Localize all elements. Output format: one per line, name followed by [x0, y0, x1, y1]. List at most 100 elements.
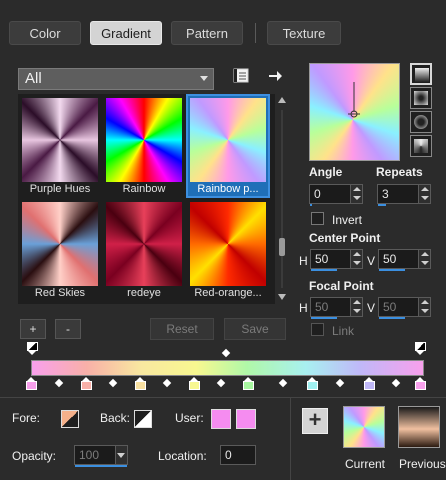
repeats-stepper[interactable]: 3 — [377, 184, 431, 206]
library-icon[interactable] — [231, 66, 251, 86]
gradient-bar[interactable] — [31, 360, 424, 376]
color-stop[interactable] — [81, 377, 92, 390]
center-h-stepper[interactable]: 50 — [310, 249, 363, 271]
color-stop[interactable] — [135, 377, 146, 390]
opacity-slider-fill — [75, 465, 127, 467]
user-label: User: — [175, 411, 204, 425]
remove-gradient-button[interactable]: - — [55, 319, 81, 339]
angle-value: 0 — [314, 187, 321, 201]
tab-gradient[interactable]: Gradient — [90, 21, 162, 45]
focal-h-label: H — [299, 301, 308, 315]
fore-label: Fore: — [12, 411, 41, 425]
style-sunburst-button[interactable] — [410, 111, 432, 133]
opacity-midpoint[interactable] — [221, 348, 231, 358]
tab-texture[interactable]: Texture — [267, 21, 341, 45]
link-checkbox[interactable] — [311, 323, 324, 336]
gallery-item-purple-hues[interactable]: Purple Hues — [20, 96, 100, 196]
scroll-up-icon[interactable] — [278, 97, 286, 103]
category-dropdown[interactable]: All — [18, 68, 214, 90]
color-midpoint[interactable] — [162, 378, 172, 388]
center-point-label: Center Point — [309, 231, 381, 245]
gradient-swatch — [190, 98, 266, 182]
reset-button[interactable]: Reset — [150, 318, 214, 340]
location-field[interactable]: 0 — [220, 445, 256, 465]
center-point-handle[interactable] — [310, 64, 401, 162]
add-gradient-button[interactable]: + — [20, 319, 46, 339]
gallery-item-rainbow[interactable]: Rainbow — [104, 96, 184, 196]
chevron-down-icon — [200, 76, 208, 81]
stepper-buttons[interactable] — [350, 298, 362, 316]
stepper-buttons[interactable] — [350, 250, 362, 268]
gallery-item-red-orange[interactable]: Red-orange... — [188, 200, 268, 300]
add-to-swatches-button[interactable]: + — [302, 408, 328, 434]
gallery-item-label: redeye — [127, 287, 161, 299]
repeats-label: Repeats — [376, 165, 423, 179]
tab-separator — [255, 23, 256, 43]
fore-color-chip[interactable] — [61, 410, 79, 428]
color-midpoint[interactable] — [108, 378, 118, 388]
gallery-item-rainbow-pastel[interactable]: Rainbow p... — [186, 94, 270, 198]
scroll-thumb[interactable] — [279, 238, 285, 256]
color-stop[interactable] — [364, 377, 375, 390]
center-v-value: 50 — [383, 252, 397, 266]
opacity-stepper[interactable]: 100 — [74, 445, 128, 467]
center-h-slider-fill — [311, 269, 337, 271]
gallery-item-label: Red-orange... — [194, 287, 262, 299]
user-color-chip[interactable] — [211, 409, 231, 429]
tab-pattern[interactable]: Pattern — [171, 21, 243, 45]
stepper-buttons[interactable] — [418, 298, 430, 316]
back-color-chip[interactable] — [134, 410, 152, 428]
arrow-right-icon[interactable] — [265, 66, 285, 86]
opacity-stop-end[interactable] — [415, 342, 426, 355]
style-rectangular-button[interactable] — [410, 87, 432, 109]
repeats-value: 3 — [382, 187, 389, 201]
center-v-label: V — [367, 254, 376, 268]
gallery-item-redeye[interactable]: redeye — [104, 200, 184, 300]
previous-label: Previous — [399, 457, 446, 471]
gradient-preview[interactable] — [309, 63, 400, 161]
stepper-buttons[interactable] — [418, 250, 430, 268]
angle-label: Angle — [309, 165, 343, 179]
gallery-item-red-skies[interactable]: Red Skies — [20, 200, 100, 300]
back-label: Back: — [100, 411, 131, 425]
current-swatch[interactable] — [343, 406, 385, 448]
focal-h-slider-fill — [311, 317, 337, 319]
color-midpoint[interactable] — [278, 378, 288, 388]
color-stop[interactable] — [243, 377, 254, 390]
color-stop[interactable] — [189, 377, 200, 390]
user-color-preview[interactable] — [236, 409, 256, 429]
style-linear-button[interactable] — [410, 63, 432, 85]
save-button[interactable]: Save — [224, 318, 286, 340]
color-stop[interactable] — [26, 377, 37, 390]
center-v-slider-fill — [379, 269, 405, 271]
center-v-stepper[interactable]: 50 — [378, 249, 431, 271]
location-value: 0 — [225, 448, 232, 462]
style-radial-button[interactable] — [410, 135, 432, 157]
focal-h-stepper[interactable]: 50 — [310, 297, 363, 319]
center-h-label: H — [299, 254, 308, 268]
previous-swatch[interactable] — [398, 406, 440, 448]
stepper-buttons[interactable] — [115, 446, 127, 464]
opacity-stop-start[interactable] — [27, 342, 38, 355]
focal-h-value: 50 — [315, 300, 329, 314]
gradient-swatch — [106, 202, 182, 286]
color-midpoint[interactable] — [391, 378, 401, 388]
angle-stepper[interactable]: 0 — [309, 184, 363, 206]
focal-v-stepper[interactable]: 50 — [378, 297, 431, 319]
invert-checkbox[interactable] — [311, 212, 324, 225]
color-midpoint[interactable] — [216, 378, 226, 388]
link-label: Link — [332, 324, 355, 338]
color-midpoint[interactable] — [335, 378, 345, 388]
color-stop[interactable] — [307, 377, 318, 390]
gallery-item-label: Rainbow p... — [197, 183, 259, 195]
gallery-scrollbar[interactable] — [275, 94, 289, 304]
focal-v-label: V — [367, 301, 376, 315]
focal-point-label: Focal Point — [309, 279, 374, 293]
stepper-buttons[interactable] — [350, 185, 362, 203]
tab-color[interactable]: Color — [9, 21, 81, 45]
color-stop[interactable] — [415, 377, 426, 390]
color-midpoint[interactable] — [54, 378, 64, 388]
stepper-buttons[interactable] — [418, 185, 430, 203]
scroll-down-icon[interactable] — [278, 294, 286, 300]
focal-v-value: 50 — [383, 300, 397, 314]
